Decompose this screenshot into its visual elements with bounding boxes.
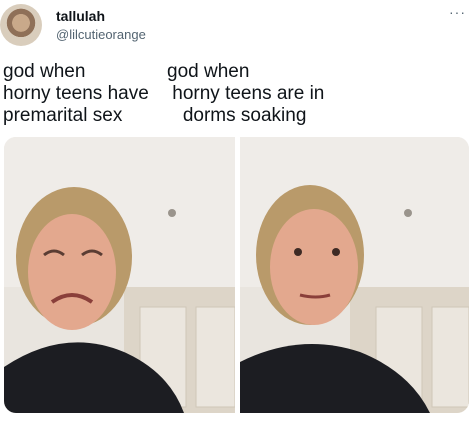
avatar[interactable] [0,4,42,46]
more-icon[interactable]: ··· [449,4,466,20]
photo-grimacing-face [4,137,235,413]
display-name[interactable]: tallulah [56,8,105,24]
user-handle[interactable]: @lilcutieorange [56,27,146,42]
photo-neutral-face [240,137,469,413]
media-photo-left[interactable] [4,137,235,413]
media-photo-right[interactable] [240,137,469,413]
tweet: tallulah @lilcutieorange ··· god when ho… [0,0,474,421]
caption-left: god when horny teens have premarital sex [3,61,149,126]
caption-right: god when horny teens are in dorms soakin… [167,61,325,126]
